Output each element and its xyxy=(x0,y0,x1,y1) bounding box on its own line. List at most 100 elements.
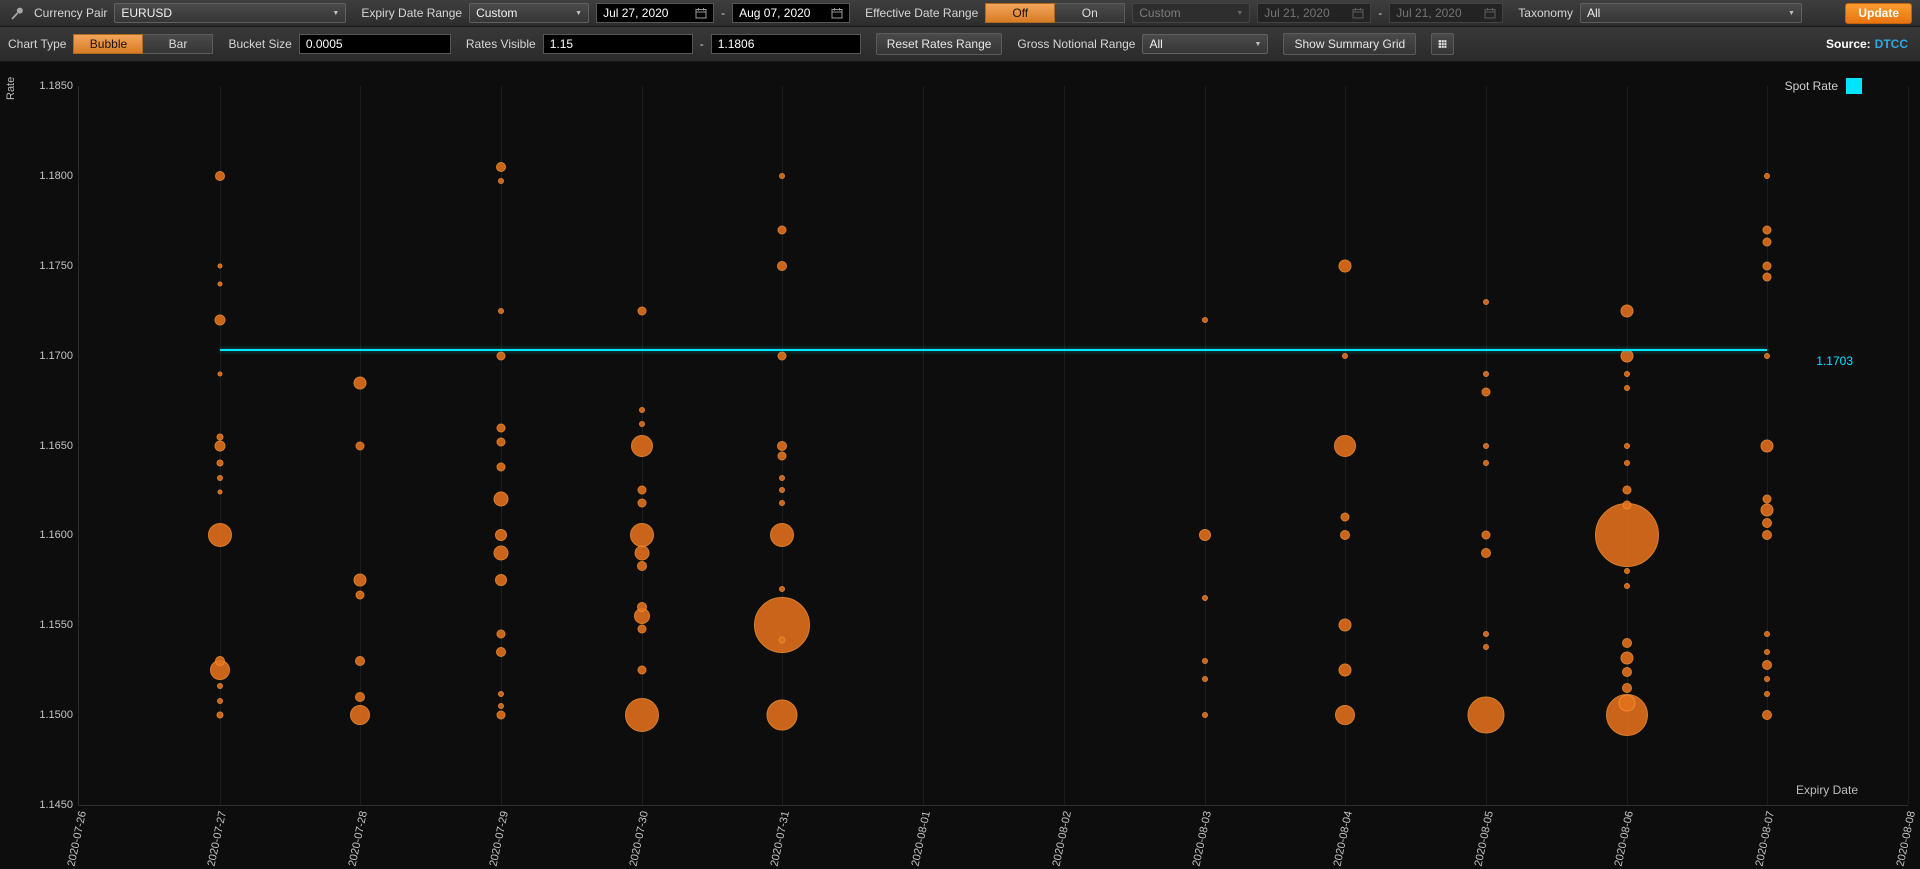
data-bubble[interactable] xyxy=(1762,530,1772,540)
data-bubble[interactable] xyxy=(498,178,504,184)
data-bubble[interactable] xyxy=(1764,173,1770,179)
effective-on-button[interactable]: On xyxy=(1055,3,1125,23)
data-bubble[interactable] xyxy=(495,529,507,541)
data-bubble[interactable] xyxy=(356,441,365,450)
effective-date-range-select[interactable]: Custom ▼ xyxy=(1132,3,1250,23)
data-bubble[interactable] xyxy=(217,698,223,704)
data-bubble[interactable] xyxy=(1624,371,1630,377)
data-bubble[interactable] xyxy=(215,171,225,181)
data-bubble[interactable] xyxy=(1763,238,1772,247)
data-bubble[interactable] xyxy=(778,225,787,234)
data-bubble[interactable] xyxy=(214,440,225,451)
data-bubble[interactable] xyxy=(770,523,794,547)
data-bubble[interactable] xyxy=(637,306,646,315)
data-bubble[interactable] xyxy=(354,376,367,389)
data-bubble[interactable] xyxy=(497,463,506,472)
data-bubble[interactable] xyxy=(637,602,647,612)
data-bubble[interactable] xyxy=(497,711,506,720)
data-bubble[interactable] xyxy=(1339,664,1352,677)
data-bubble[interactable] xyxy=(215,656,225,666)
data-bubble[interactable] xyxy=(779,487,785,493)
data-bubble[interactable] xyxy=(630,523,654,547)
data-bubble[interactable] xyxy=(1339,259,1352,272)
pin-icon[interactable] xyxy=(8,6,27,20)
data-bubble[interactable] xyxy=(777,441,787,451)
data-bubble[interactable] xyxy=(639,407,645,413)
data-bubble[interactable] xyxy=(217,263,222,268)
data-bubble[interactable] xyxy=(637,499,646,508)
data-bubble[interactable] xyxy=(1483,299,1489,305)
effective-to-date-input[interactable]: Jul 21, 2020 xyxy=(1389,3,1503,23)
data-bubble[interactable] xyxy=(497,351,506,360)
data-bubble[interactable] xyxy=(498,703,504,709)
data-bubble[interactable] xyxy=(1342,353,1348,359)
data-bubble[interactable] xyxy=(497,423,506,432)
data-bubble[interactable] xyxy=(1764,649,1770,655)
data-bubble[interactable] xyxy=(356,590,365,599)
reset-rates-range-button[interactable]: Reset Rates Range xyxy=(876,33,1003,55)
data-bubble[interactable] xyxy=(497,630,506,639)
show-summary-grid-button[interactable]: Show Summary Grid xyxy=(1283,33,1416,55)
data-bubble[interactable] xyxy=(1481,531,1490,540)
taxonomy-select[interactable]: All ▼ xyxy=(1580,3,1802,23)
data-bubble[interactable] xyxy=(778,351,787,360)
data-bubble[interactable] xyxy=(1624,460,1630,466)
data-bubble[interactable] xyxy=(1762,660,1772,670)
data-bubble[interactable] xyxy=(216,712,223,719)
data-bubble[interactable] xyxy=(1483,460,1489,466)
data-bubble[interactable] xyxy=(1335,705,1355,725)
data-bubble[interactable] xyxy=(1340,530,1350,540)
expiry-date-range-select[interactable]: Custom ▼ xyxy=(469,3,589,23)
data-bubble[interactable] xyxy=(779,173,785,179)
data-bubble[interactable] xyxy=(498,308,504,314)
data-bubble[interactable] xyxy=(350,705,370,725)
data-bubble[interactable] xyxy=(217,371,222,376)
data-bubble[interactable] xyxy=(214,314,225,325)
data-bubble[interactable] xyxy=(496,162,506,172)
data-bubble[interactable] xyxy=(1620,304,1633,317)
data-bubble[interactable] xyxy=(217,683,223,689)
data-bubble[interactable] xyxy=(217,281,222,286)
export-grid-button[interactable] xyxy=(1431,33,1454,55)
data-bubble[interactable] xyxy=(216,460,223,467)
data-bubble[interactable] xyxy=(767,700,798,731)
data-bubble[interactable] xyxy=(1467,697,1504,734)
data-bubble[interactable] xyxy=(1622,667,1632,677)
bucket-size-input[interactable] xyxy=(299,34,451,54)
data-bubble[interactable] xyxy=(778,452,787,461)
data-bubble[interactable] xyxy=(497,437,506,446)
data-bubble[interactable] xyxy=(1202,658,1208,664)
data-bubble[interactable] xyxy=(1763,225,1772,234)
data-bubble[interactable] xyxy=(1763,261,1772,270)
data-bubble[interactable] xyxy=(1481,548,1491,558)
update-button[interactable]: Update xyxy=(1845,3,1912,24)
data-bubble[interactable] xyxy=(1624,568,1630,574)
data-bubble[interactable] xyxy=(754,597,810,653)
data-bubble[interactable] xyxy=(1764,691,1770,697)
effective-off-button[interactable]: Off xyxy=(985,3,1055,23)
data-bubble[interactable] xyxy=(779,475,785,481)
data-bubble[interactable] xyxy=(1622,638,1632,648)
gross-notional-range-select[interactable]: All ▼ xyxy=(1142,34,1268,54)
data-bubble[interactable] xyxy=(1334,435,1356,457)
data-bubble[interactable] xyxy=(637,624,646,633)
data-bubble[interactable] xyxy=(1620,651,1633,664)
data-bubble[interactable] xyxy=(1202,712,1208,718)
data-bubble[interactable] xyxy=(779,586,785,592)
data-bubble[interactable] xyxy=(631,435,653,457)
data-bubble[interactable] xyxy=(355,656,365,666)
data-bubble[interactable] xyxy=(779,636,786,643)
data-bubble[interactable] xyxy=(1761,504,1774,517)
data-bubble[interactable] xyxy=(779,500,785,506)
data-bubble[interactable] xyxy=(354,574,367,587)
data-bubble[interactable] xyxy=(1483,644,1489,650)
data-bubble[interactable] xyxy=(1763,495,1772,504)
data-bubble[interactable] xyxy=(637,486,646,495)
currency-pair-select[interactable]: EURUSD ▼ xyxy=(114,3,346,23)
data-bubble[interactable] xyxy=(495,574,507,586)
data-bubble[interactable] xyxy=(1761,439,1774,452)
data-bubble[interactable] xyxy=(494,492,509,507)
data-bubble[interactable] xyxy=(625,698,659,732)
data-bubble[interactable] xyxy=(1202,676,1208,682)
data-bubble[interactable] xyxy=(777,261,787,271)
